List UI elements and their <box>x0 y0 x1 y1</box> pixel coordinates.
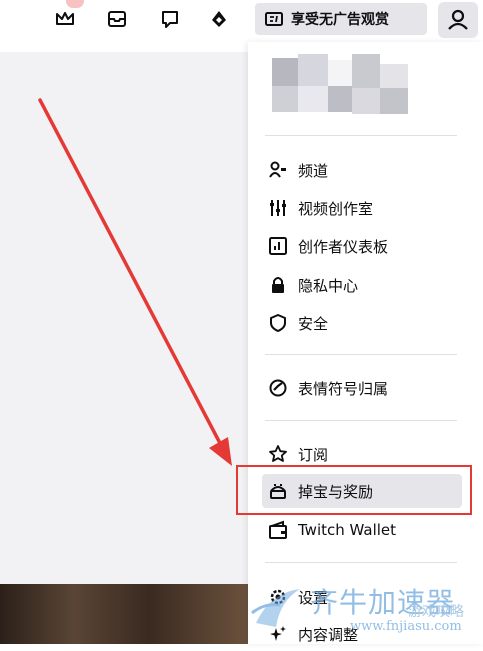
crown-icon[interactable] <box>54 8 76 30</box>
whisper-icon[interactable] <box>159 8 181 30</box>
wallet-icon <box>268 520 288 540</box>
ad-free-icon <box>265 12 283 26</box>
menu-item-dashboard[interactable]: 创作者仪表板 <box>262 229 462 263</box>
inbox-icon[interactable] <box>106 8 128 30</box>
menu-item-label: Twitch Wallet <box>298 521 397 539</box>
bits-icon[interactable] <box>208 8 230 30</box>
watermark: 齐牛加速器 www.fnjiasu.com 游戏攻略 <box>230 575 480 644</box>
menu-item-label: 创作者仪表板 <box>298 237 389 256</box>
user-avatar-button[interactable] <box>438 2 478 38</box>
ad-free-button[interactable]: 享受无广告观赏 <box>255 3 427 35</box>
menu-item-label: 频道 <box>298 161 329 180</box>
notification-dot <box>66 0 84 8</box>
menu-separator <box>265 135 457 136</box>
top-nav-bar: 享受无广告观赏 <box>0 0 483 42</box>
menu-item-channel[interactable]: 频道 <box>262 153 462 187</box>
shield-icon <box>268 313 288 333</box>
ad-free-label: 享受无广告观赏 <box>291 12 389 28</box>
menu-item-label: 订阅 <box>298 445 329 464</box>
watermark-url: www.fnjiasu.com <box>350 619 462 634</box>
menu-item-label: 表情符号归属 <box>298 379 389 398</box>
creator-studio-icon <box>268 198 288 218</box>
profile-card-blurred[interactable] <box>272 54 468 124</box>
menu-item-label: 安全 <box>298 314 329 333</box>
menu-item-twitch-wallet[interactable]: Twitch Wallet <box>262 513 462 547</box>
menu-separator <box>265 562 457 563</box>
menu-item-emote-attribution[interactable]: 表情符号归属 <box>262 371 462 405</box>
menu-item-privacy[interactable]: 隐私中心 <box>262 268 462 302</box>
menu-item-label: 隐私中心 <box>298 276 359 295</box>
emote-icon <box>268 378 288 398</box>
dashboard-icon <box>268 236 288 256</box>
video-thumbnail <box>0 584 248 644</box>
menu-separator <box>265 354 457 355</box>
watermark-overlay-text: 游戏攻略 <box>408 604 464 620</box>
channel-icon <box>268 160 288 180</box>
menu-separator <box>265 420 457 421</box>
menu-item-label: 视频创作室 <box>298 199 374 218</box>
lock-icon <box>268 275 288 295</box>
menu-item-creator-studio[interactable]: 视频创作室 <box>262 191 462 225</box>
page-background <box>0 52 248 584</box>
annotation-highlight-box <box>236 465 472 515</box>
star-icon <box>268 444 288 464</box>
user-icon <box>448 9 468 30</box>
menu-item-safety[interactable]: 安全 <box>262 306 462 340</box>
watermark-logo-icon <box>251 589 300 627</box>
user-dropdown-menu <box>248 42 483 644</box>
